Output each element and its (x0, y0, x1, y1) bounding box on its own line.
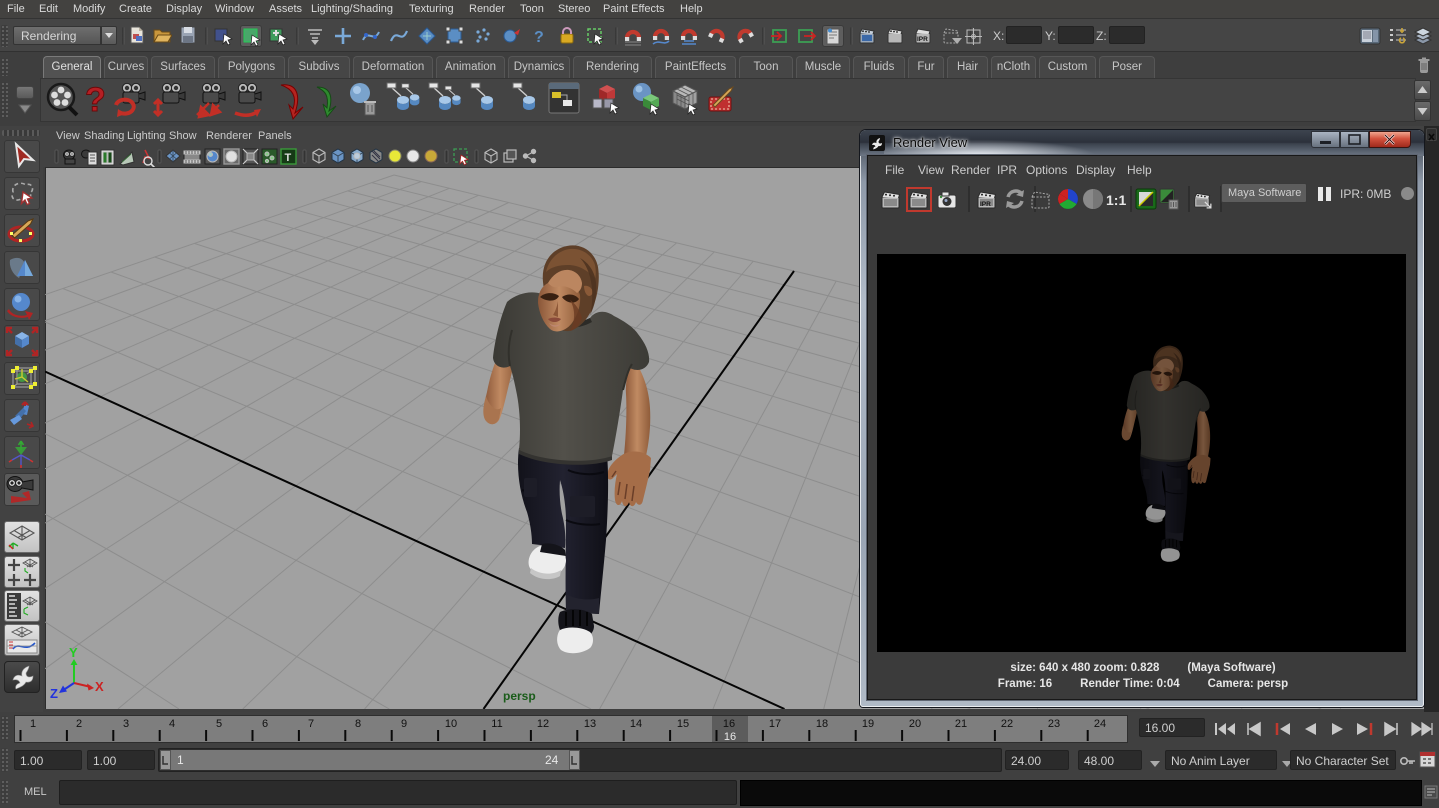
svg-text:20: 20 (909, 718, 921, 730)
svg-text:X: X (95, 679, 104, 694)
svg-text:22: 22 (1001, 718, 1013, 730)
svg-text:6: 6 (262, 718, 268, 730)
svg-text:T: T (285, 152, 292, 164)
svg-text:2: 2 (76, 718, 82, 730)
svg-text:16: 16 (723, 718, 735, 730)
svg-text:19: 19 (862, 718, 874, 730)
svg-text:1: 1 (30, 718, 36, 730)
svg-text:7: 7 (308, 718, 314, 730)
svg-text:9: 9 (401, 718, 407, 730)
svg-text:8: 8 (355, 718, 361, 730)
svg-text:17: 17 (769, 718, 781, 730)
svg-text:3: 3 (123, 718, 129, 730)
svg-text:11: 11 (491, 718, 502, 730)
svg-text:persp: persp (503, 689, 536, 703)
svg-text:5: 5 (216, 718, 222, 730)
svg-text:21: 21 (955, 718, 967, 730)
svg-text:16: 16 (724, 731, 736, 742)
svg-text:15: 15 (677, 718, 689, 730)
svg-text:18: 18 (816, 718, 828, 730)
svg-text:14: 14 (630, 718, 642, 730)
svg-text:24: 24 (1094, 718, 1106, 730)
svg-text:12: 12 (537, 718, 549, 730)
svg-text:Z: Z (50, 686, 58, 701)
svg-text:13: 13 (584, 718, 596, 730)
svg-text:23: 23 (1048, 718, 1060, 730)
svg-text:?: ? (534, 29, 544, 46)
svg-text:4: 4 (169, 718, 175, 730)
svg-text:IPR: IPR (980, 201, 991, 208)
svg-text:10: 10 (445, 718, 457, 730)
svg-text:IPR: IPR (917, 36, 928, 43)
svg-text:?: ? (85, 81, 106, 119)
svg-text:1:1: 1:1 (1106, 192, 1126, 208)
svg-text:Y: Y (69, 645, 78, 660)
